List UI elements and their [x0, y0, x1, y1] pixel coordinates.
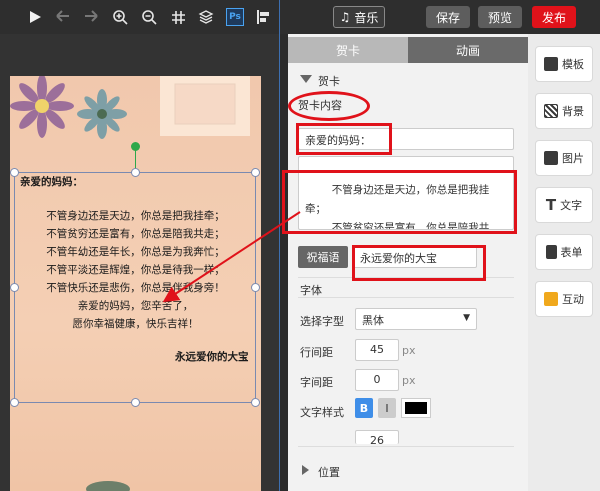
annotation-arrow — [162, 211, 301, 303]
